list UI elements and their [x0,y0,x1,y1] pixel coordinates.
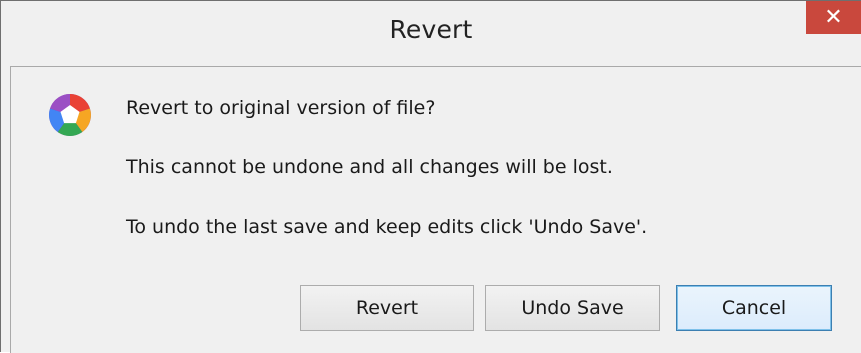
window-title: Revert [389,15,473,44]
undo-save-button[interactable]: Undo Save [485,285,660,331]
close-icon: ✕ [824,5,843,30]
message-warning: This cannot be undone and all changes wi… [126,156,613,178]
title-bar[interactable]: Revert ✕ [1,1,861,66]
message-hint: To undo the last save and keep edits cli… [126,216,648,238]
message-question: Revert to original version of file? [126,97,436,119]
picasa-icon [49,94,91,136]
close-button[interactable]: ✕ [806,1,861,34]
revert-button[interactable]: Revert [300,285,474,331]
revert-dialog: Revert ✕ Revert to original version of f… [0,0,861,353]
dialog-body: Revert to original version of file? This… [10,66,861,353]
cancel-button[interactable]: Cancel [676,285,832,331]
